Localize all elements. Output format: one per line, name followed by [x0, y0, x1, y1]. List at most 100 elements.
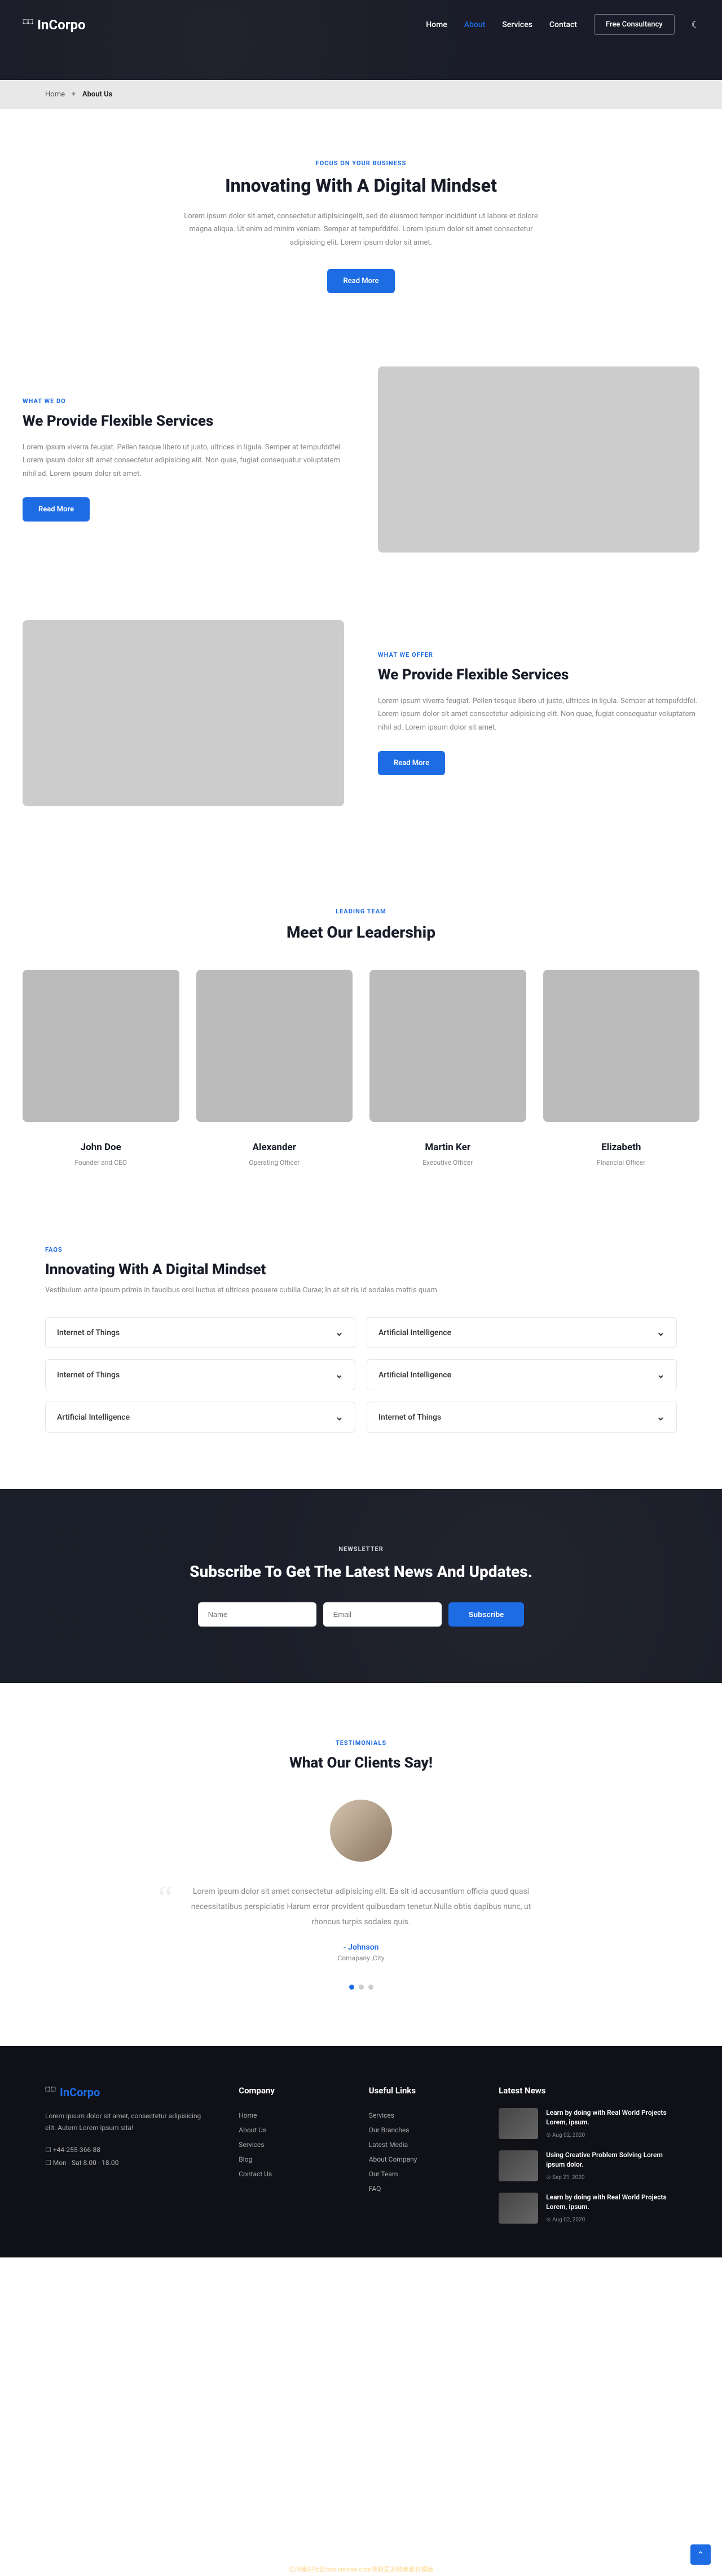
- hero-eyebrow: FOCUS ON YOUR BUSINESS: [23, 160, 699, 167]
- nav-services[interactable]: Services: [502, 20, 532, 29]
- accordion-item[interactable]: Artificial Intelligence: [367, 1317, 677, 1348]
- hero-body: Lorem ipsum dolor sit amet, consectetur …: [180, 210, 542, 249]
- carousel-dot[interactable]: [359, 1985, 364, 1990]
- nav-home[interactable]: Home: [426, 20, 447, 29]
- breadcrumb-current: About Us: [82, 90, 112, 99]
- wwd-eyebrow: WHAT WE DO: [23, 397, 344, 405]
- footer-link[interactable]: About Us: [239, 2123, 340, 2137]
- scroll-top-button[interactable]: ⌃: [690, 2544, 711, 2565]
- carousel-dot[interactable]: [349, 1985, 354, 1990]
- wwo-eyebrow: WHAT WE OFFER: [378, 651, 699, 659]
- wwd-title: We Provide Flexible Services: [23, 413, 344, 430]
- site-header: InCorpo Home About Services Contact Free…: [0, 0, 722, 80]
- wwo-title: We Provide Flexible Services: [378, 666, 699, 683]
- accordion-label: Artificial Intelligence: [378, 1328, 451, 1337]
- team-role: Financial Officer: [597, 1159, 645, 1167]
- team-name: Martin Ker: [369, 1142, 526, 1153]
- free-consultancy-button[interactable]: Free Consultancy: [594, 14, 675, 35]
- team-card: Elizabeth Financial Officer: [543, 970, 700, 1167]
- main-nav: Home About Services Contact Free Consult…: [426, 14, 699, 35]
- nav-contact[interactable]: Contact: [549, 20, 577, 29]
- nav-about[interactable]: About: [464, 20, 486, 29]
- logo[interactable]: InCorpo: [23, 17, 86, 33]
- footer-link[interactable]: Our Branches: [369, 2123, 470, 2137]
- news-item[interactable]: Learn by doing with Real World Projects …: [499, 2108, 677, 2139]
- team-name: Alexander: [196, 1142, 353, 1153]
- breadcrumb-home[interactable]: Home: [45, 90, 65, 99]
- faq-eyebrow: FAQS: [45, 1246, 677, 1253]
- team-name: John Doe: [23, 1142, 179, 1153]
- wwo-image: [23, 620, 344, 806]
- faq-body: Vestibulum ante ipsum primis in faucibus…: [45, 1286, 677, 1294]
- watermark-text: 访问素材社区bbs.xienlao.com获取更多精美素材模板: [287, 2562, 435, 2576]
- site-footer: InCorpo Lorem ipsum dolor sit amet, cons…: [0, 2046, 722, 2257]
- footer-link[interactable]: Our Team: [369, 2167, 470, 2181]
- news-item[interactable]: Learn by doing with Real World Projects …: [499, 2193, 677, 2224]
- footer-link[interactable]: About Company: [369, 2152, 470, 2167]
- footer-link[interactable]: Services: [369, 2108, 470, 2123]
- accordion-item[interactable]: Internet of Things: [45, 1359, 355, 1390]
- accordion-item[interactable]: Internet of Things: [45, 1317, 355, 1348]
- news-thumb: [499, 2150, 538, 2181]
- hero-title: Innovating With A Digital Mindset: [23, 175, 699, 196]
- footer-logo[interactable]: InCorpo: [45, 2085, 210, 2099]
- news-title: Learn by doing with Real World Projects …: [546, 2193, 677, 2212]
- wwd-read-more-button[interactable]: Read More: [23, 497, 90, 522]
- testimonial-author: - Johnson: [158, 1943, 564, 1952]
- logo-icon: [45, 2087, 56, 2098]
- team-role: Executive Officer: [422, 1159, 473, 1167]
- testimonials-eyebrow: TESTIMONIALS: [23, 1739, 699, 1747]
- team-photo: [543, 970, 700, 1122]
- testimonial-avatar: [330, 1800, 392, 1862]
- chevron-right-icon: ✦: [71, 90, 77, 99]
- team-photo: [23, 970, 179, 1122]
- subscribe-button[interactable]: Subscribe: [448, 1602, 525, 1627]
- team-photo: [196, 970, 353, 1122]
- newsletter-name-input[interactable]: [198, 1602, 316, 1627]
- testimonials-section: TESTIMONIALS What Our Clients Say! “ Lor…: [23, 1683, 699, 2046]
- footer-link[interactable]: Services: [239, 2137, 340, 2152]
- newsletter-eyebrow: NEWSLETTER: [45, 1545, 677, 1553]
- accordion-label: Artificial Intelligence: [378, 1371, 451, 1380]
- team-photo: [369, 970, 526, 1122]
- testimonials-title: What Our Clients Say!: [23, 1755, 699, 1771]
- news-thumb: [499, 2193, 538, 2224]
- news-title: Learn by doing with Real World Projects …: [546, 2108, 677, 2127]
- carousel-dots: [23, 1985, 699, 1990]
- footer-link[interactable]: Latest Media: [369, 2137, 470, 2152]
- wwo-read-more-button[interactable]: Read More: [378, 751, 445, 775]
- accordion-item[interactable]: Internet of Things: [367, 1402, 677, 1433]
- accordion-item[interactable]: Artificial Intelligence: [45, 1402, 355, 1433]
- what-we-do-section: WHAT WE DO We Provide Flexible Services …: [23, 333, 699, 586]
- news-item[interactable]: Using Creative Problem Solving Lorem ips…: [499, 2150, 677, 2181]
- footer-link[interactable]: Blog: [239, 2152, 340, 2167]
- what-we-offer-section: WHAT WE OFFER We Provide Flexible Servic…: [23, 586, 699, 840]
- accordion-item[interactable]: Artificial Intelligence: [367, 1359, 677, 1390]
- accordion-label: Internet of Things: [378, 1413, 441, 1422]
- quote-icon: “: [158, 1879, 173, 1917]
- testimonial-author-sub: Comapany ,City: [158, 1954, 564, 1962]
- news-date: ⊙ Sep 21, 2020: [546, 2175, 584, 2181]
- newsletter-email-input[interactable]: [323, 1602, 442, 1627]
- news-thumb: [499, 2108, 538, 2139]
- wwd-body: Lorem ipsum viverra feugiat. Pellen tesq…: [23, 441, 344, 480]
- hero-read-more-button[interactable]: Read More: [327, 269, 394, 293]
- footer-link[interactable]: FAQ: [369, 2181, 470, 2196]
- carousel-dot[interactable]: [368, 1985, 373, 1990]
- team-role: Operating Officer: [249, 1159, 300, 1167]
- team-card: Alexander Operating Officer: [196, 970, 353, 1167]
- news-title: Using Creative Problem Solving Lorem ips…: [546, 2150, 677, 2170]
- logo-icon: [23, 19, 34, 30]
- team-card: John Doe Founder and CEO: [23, 970, 179, 1167]
- team-name: Elizabeth: [543, 1142, 700, 1153]
- footer-company-heading: Company: [239, 2085, 340, 2096]
- dark-mode-icon[interactable]: ☾: [692, 19, 699, 30]
- team-role: Founder and CEO: [74, 1159, 127, 1167]
- faq-section: FAQS Innovating With A Digital Mindset V…: [0, 1212, 722, 1489]
- news-date: ⊙ Aug 02, 2020: [546, 2217, 585, 2223]
- newsletter-title: Subscribe To Get The Latest News And Upd…: [45, 1561, 677, 1583]
- newsletter-section: NEWSLETTER Subscribe To Get The Latest N…: [0, 1489, 722, 1683]
- accordion-label: Artificial Intelligence: [57, 1413, 130, 1422]
- footer-link[interactable]: Home: [239, 2108, 340, 2123]
- footer-link[interactable]: Contact Us: [239, 2167, 340, 2181]
